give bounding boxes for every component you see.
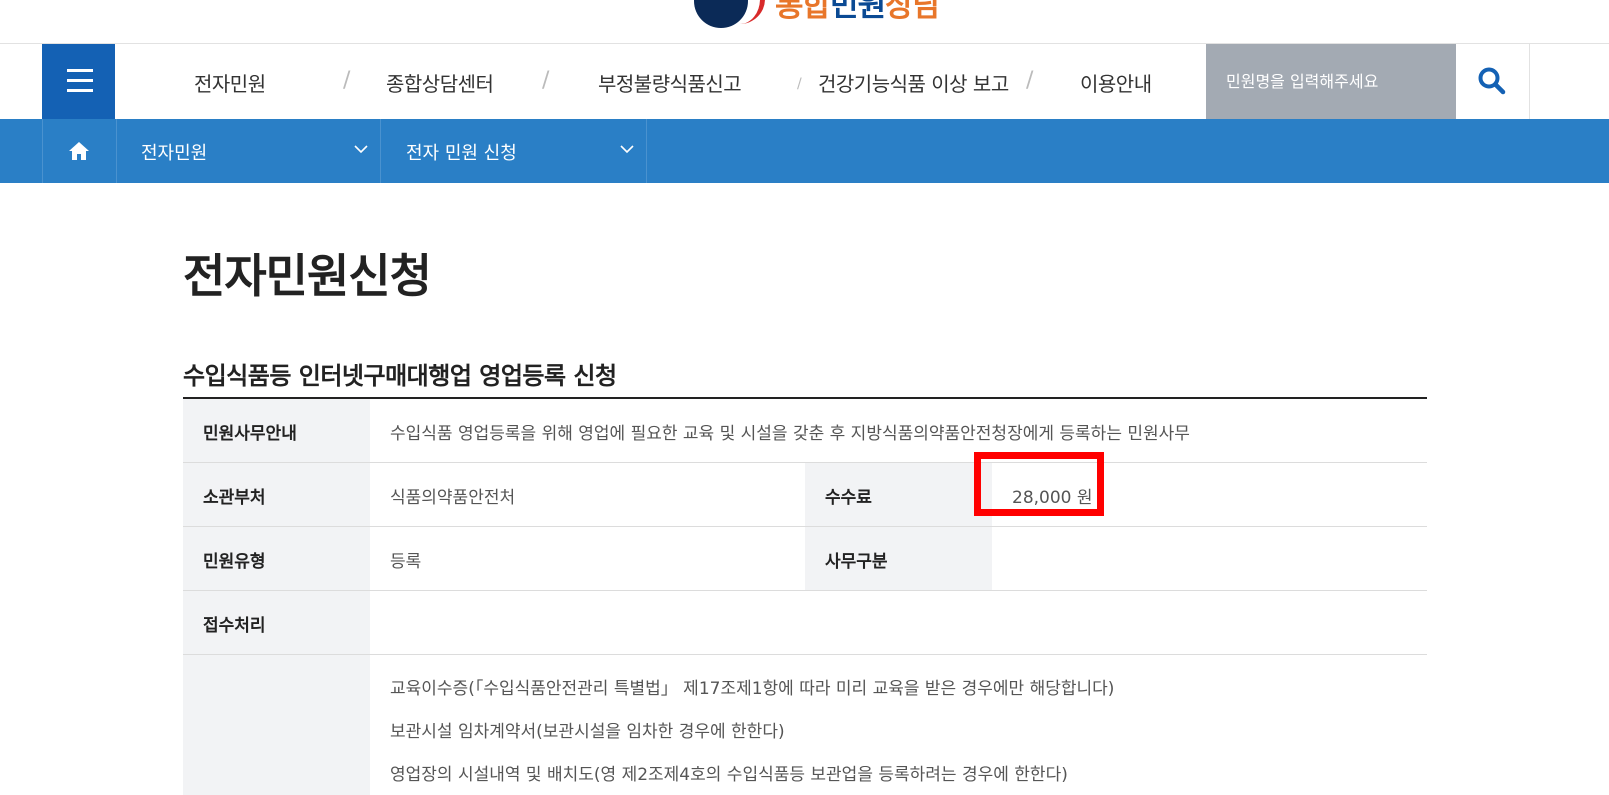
search-input[interactable] [1206, 44, 1456, 119]
search-box [1206, 44, 1456, 119]
hamburger-icon [67, 69, 93, 72]
table-cell [992, 527, 1427, 590]
table-cell: 교육이수증(「수입식품안전관리 특별법」 제17조제1항에 따라 미리 교육을 … [370, 655, 1427, 795]
logo-swoosh [740, 0, 765, 24]
gnb-separator: / [542, 68, 550, 93]
global-nav: 전자민원 / 종합상담센터 / 부정불량식품신고 / 건강기능식품 이상 보고 … [0, 44, 1609, 120]
home-icon [69, 142, 89, 160]
gnb-separator: / [797, 76, 802, 92]
table-header [183, 655, 370, 795]
gnb-separator: / [343, 68, 351, 93]
menu-button[interactable] [42, 44, 115, 119]
table-header: 민원사무안내 [183, 399, 370, 462]
section-title: 수입식품등 인터넷구매대행업 영업등록 신청 [183, 362, 617, 390]
table-header: 사무구분 [805, 527, 992, 590]
table-header: 수수료 [805, 463, 992, 526]
home-button[interactable] [42, 119, 117, 183]
document-item: 보관시설 임차계약서(보관시설을 임차한 경우에 한한다) [390, 722, 785, 742]
table-cell: 등록 [390, 552, 422, 572]
gnb-item-counseling-center[interactable]: 종합상담센터 [386, 68, 494, 97]
chevron-down-icon [620, 145, 634, 154]
document-item: 교육이수증(「수입식품안전관리 특별법」 제17조제1항에 따라 미리 교육을 … [390, 679, 1115, 699]
gnb-item-e-petition[interactable]: 전자민원 [194, 68, 266, 97]
table-row-dept-fee: 소관부처 식품의약품안전처 수수료 28,000 원 [183, 463, 1427, 527]
site-logo[interactable]: 통합민원상담 [0, 0, 1609, 44]
table-row-type-category: 민원유형 등록 사무구분 [183, 527, 1427, 591]
logo-text: 통합민원상담 [775, 0, 941, 24]
breadcrumb-level1-dropdown[interactable]: 전자민원 [116, 119, 381, 183]
table-header: 민원유형 [183, 527, 370, 590]
page-title: 전자민원신청 [183, 249, 432, 303]
hamburger-icon-line [67, 89, 93, 92]
gnb-item-health-food-report[interactable]: 건강기능식품 이상 보고 [818, 68, 1009, 97]
chevron-down-icon [354, 145, 368, 154]
hamburger-icon-line [67, 79, 93, 82]
location-bar: 전자민원 전자 민원 신청 [0, 119, 1609, 183]
fee-highlight-box [974, 452, 1104, 516]
document-item: 영업장의 시설내역 및 배치도(영 제2조제4호의 수입식품등 보관업을 등록하… [390, 765, 1068, 785]
gnb-separator: / [1026, 68, 1034, 93]
table-row-documents: 교육이수증(「수입식품안전관리 특별법」 제17조제1항에 따라 미리 교육을 … [183, 655, 1427, 795]
table-header: 접수처리 [183, 591, 370, 654]
table-row-receipt: 접수처리 [183, 591, 1427, 655]
table-row-guide: 민원사무안내 수입식품 영업등록을 위해 영업에 필요한 교육 및 시설을 갖춘… [183, 399, 1427, 463]
table-cell [370, 591, 1427, 654]
search-button[interactable] [1456, 44, 1530, 119]
breadcrumb-level1-label: 전자민원 [141, 143, 208, 164]
breadcrumb-level2-dropdown[interactable]: 전자 민원 신청 [381, 119, 647, 183]
gnb-item-bad-food-report[interactable]: 부정불량식품신고 [598, 68, 742, 97]
search-icon [1478, 67, 1506, 95]
table-cell: 식품의약품안전처 [390, 488, 516, 508]
gnb-item-usage-guide[interactable]: 이용안내 [1080, 68, 1152, 97]
table-cell: 수입식품 영업등록을 위해 영업에 필요한 교육 및 시설을 갖춘 후 지방식품… [390, 424, 1190, 444]
breadcrumb-level2-label: 전자 민원 신청 [406, 143, 517, 164]
table-header: 소관부처 [183, 463, 370, 526]
